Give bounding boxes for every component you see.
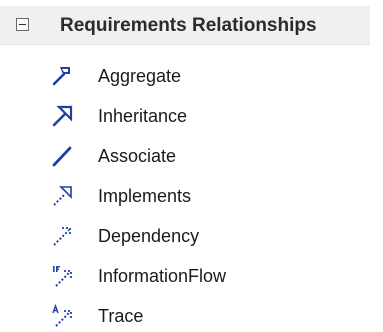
list-item-trace[interactable]: Trace: [0, 300, 383, 332]
list-item-aggregate[interactable]: Aggregate: [0, 60, 383, 92]
aggregate-icon: [50, 64, 74, 88]
dependency-icon: [50, 224, 74, 248]
list-item-implements[interactable]: Implements: [0, 180, 383, 212]
list-item-dependency[interactable]: Dependency: [0, 220, 383, 252]
information-flow-icon: [50, 264, 74, 288]
list-item-label: Aggregate: [98, 66, 182, 86]
list-item-label: Implements: [98, 186, 192, 206]
collapse-minus-icon[interactable]: [16, 18, 29, 31]
list-item-label: InformationFlow: [98, 266, 227, 286]
section-header[interactable]: Requirements Relationships: [0, 6, 370, 45]
list-item-associate[interactable]: Associate: [0, 140, 383, 172]
inheritance-icon: [50, 104, 74, 128]
implements-icon: [50, 184, 74, 208]
list-item-label: Dependency: [98, 226, 200, 246]
list-item-label: Associate: [98, 146, 177, 166]
list-item-inheritance[interactable]: Inheritance: [0, 100, 383, 132]
trace-icon: [50, 303, 74, 328]
list-item-information-flow[interactable]: InformationFlow: [0, 260, 383, 292]
list-item-label: Inheritance: [98, 106, 188, 126]
associate-icon: [50, 144, 74, 168]
list-item-label: Trace: [98, 306, 144, 326]
section-title: Requirements Relationships: [60, 15, 317, 36]
toolbox-panel: Requirements Relationships Aggregate Inh…: [0, 0, 383, 332]
